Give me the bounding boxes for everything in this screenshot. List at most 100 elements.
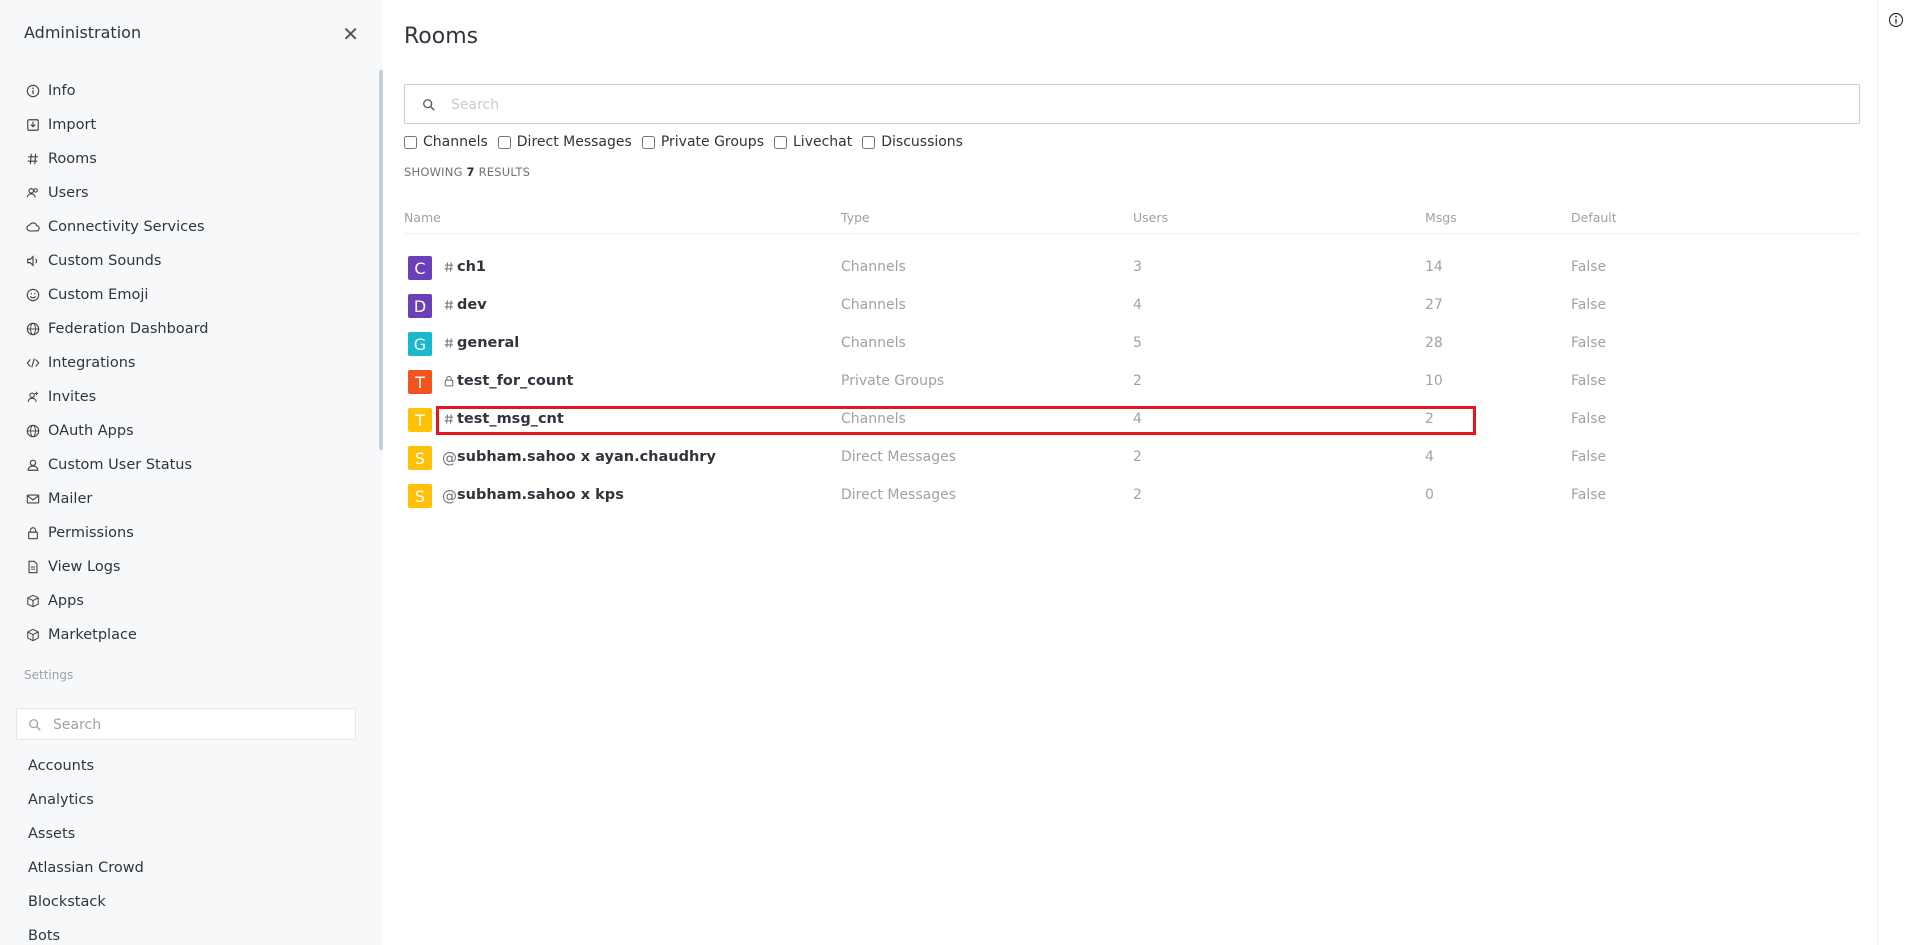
sidebar-item-integrations[interactable]: Integrations	[24, 346, 354, 380]
sidebar-item-view-logs[interactable]: View Logs	[24, 550, 354, 584]
column-name[interactable]: Name	[404, 210, 441, 225]
settings-item-bots[interactable]: Bots	[28, 919, 144, 945]
cube-icon	[24, 627, 41, 644]
filter-label: Discussions	[881, 134, 963, 150]
search-icon	[28, 717, 42, 731]
settings-label: Settings	[24, 668, 74, 682]
table-row[interactable]: Ttest_msg_cnt Channels 4 2 False	[404, 401, 1860, 439]
room-msgs: 14	[1425, 259, 1443, 275]
sidebar-item-import[interactable]: Import	[24, 108, 354, 142]
room-name: ch1	[457, 259, 487, 275]
close-icon[interactable]: ✕	[342, 22, 359, 46]
room-name: dev	[457, 297, 487, 313]
filter-label: Channels	[423, 134, 488, 150]
sidebar-item-custom-user-status[interactable]: Custom User Status	[24, 448, 354, 482]
sidebar-item-label: Connectivity Services	[48, 219, 205, 235]
settings-search-input[interactable]	[51, 713, 345, 737]
room-default: False	[1571, 297, 1607, 313]
sidebar-item-apps[interactable]: Apps	[24, 584, 354, 618]
table-row[interactable]: Cch1 Channels 3 14 False	[404, 249, 1860, 287]
sidebar-item-custom-sounds[interactable]: Custom Sounds	[24, 244, 354, 278]
settings-item-analytics[interactable]: Analytics	[28, 783, 144, 817]
settings-item-blockstack[interactable]: Blockstack	[28, 885, 144, 919]
hash-icon	[442, 411, 456, 429]
sidebar-item-custom-emoji[interactable]: Custom Emoji	[24, 278, 354, 312]
main-content: Rooms Channels Direct Messages Private Gro…	[383, 0, 1877, 945]
filter-livechat[interactable]: Livechat	[774, 134, 852, 150]
sidebar-item-invites[interactable]: Invites	[24, 380, 354, 414]
room-type-filters: Channels Direct Messages Private Groups Liv…	[404, 134, 963, 150]
sidebar-item-connectivity-services[interactable]: Connectivity Services	[24, 210, 354, 244]
room-name: test_msg_cnt	[457, 411, 564, 427]
filter-direct-messages[interactable]: Direct Messages	[497, 134, 632, 150]
filter-channels[interactable]: Channels	[404, 134, 488, 150]
sidebar-item-oauth-apps[interactable]: OAuth Apps	[24, 414, 354, 448]
hash-icon	[442, 297, 456, 315]
sidebar-item-label: View Logs	[48, 559, 121, 575]
sidebar-item-label: Mailer	[48, 491, 93, 507]
room-users: 5	[1133, 335, 1142, 351]
results-count: SHOWING 7 RESULTS	[404, 165, 530, 179]
room-users: 2	[1133, 487, 1142, 503]
filter-checkbox[interactable]	[404, 135, 417, 149]
room-type: Channels	[841, 297, 906, 313]
sound-icon	[24, 253, 41, 270]
filter-discussions[interactable]: Discussions	[862, 134, 963, 150]
sidebar-item-rooms[interactable]: Rooms	[24, 142, 354, 176]
room-type: Channels	[841, 411, 906, 427]
sidebar-item-label: Apps	[48, 593, 84, 609]
page-title: Rooms	[404, 24, 479, 49]
filter-checkbox[interactable]	[641, 135, 655, 149]
filter-checkbox[interactable]	[774, 135, 787, 149]
users-icon	[24, 185, 41, 202]
room-type: Direct Messages	[841, 449, 957, 465]
table-row[interactable]: S @ subham.sahoo x kps Direct Messages 2 0 Fal…	[404, 477, 1860, 515]
hash-icon	[442, 259, 456, 277]
sidebar-item-permissions[interactable]: Permissions	[24, 516, 354, 550]
filter-checkbox[interactable]	[862, 135, 876, 149]
rooms-search-input[interactable]	[449, 93, 1833, 117]
right-divider	[1877, 0, 1878, 945]
sidebar-item-users[interactable]: Users	[24, 176, 354, 210]
avatar: S	[408, 446, 432, 470]
results-number: 7	[466, 165, 475, 179]
settings-search[interactable]	[16, 708, 356, 740]
column-msgs[interactable]: Msgs	[1425, 210, 1457, 225]
room-type: Direct Messages	[841, 487, 957, 503]
sidebar-item-info[interactable]: Info	[24, 74, 354, 108]
filter-private-groups[interactable]: Private Groups	[641, 134, 764, 150]
column-type[interactable]: Type	[841, 210, 870, 225]
sidebar-item-label: Integrations	[48, 355, 136, 371]
room-users: 4	[1133, 411, 1142, 427]
lock-icon	[442, 373, 456, 391]
table-row[interactable]: S @ subham.sahoo x ayan.chaudhry Direct Mes…	[404, 439, 1860, 477]
sidebar-title: Administration	[24, 23, 142, 42]
table-row[interactable]: Ttest_for_count Private Groups 2 10 False	[404, 363, 1860, 401]
settings-item-assets[interactable]: Assets	[28, 817, 144, 851]
table-row[interactable]: Ggeneral Channels 5 28 False	[404, 325, 1860, 363]
sidebar-item-label: Info	[48, 83, 76, 99]
info-icon[interactable]	[1888, 12, 1904, 28]
sidebar-item-marketplace[interactable]: Marketplace	[24, 618, 354, 652]
filter-checkbox[interactable]	[497, 135, 511, 149]
room-default: False	[1571, 335, 1607, 351]
invite-icon	[24, 389, 41, 406]
room-default: False	[1571, 259, 1607, 275]
rooms-search[interactable]	[404, 84, 1860, 124]
import-icon	[24, 117, 41, 134]
room-type: Channels	[841, 259, 906, 275]
room-name: subham.sahoo x ayan.chaudhry	[457, 449, 716, 465]
sidebar-header: Administration ✕	[24, 22, 359, 46]
settings-list: Accounts Analytics Assets Atlassian Crowd Bl…	[28, 749, 144, 945]
sidebar-item-mailer[interactable]: Mailer	[24, 482, 354, 516]
sidebar-item-label: Custom Sounds	[48, 253, 162, 269]
search-icon	[422, 97, 436, 111]
room-name: subham.sahoo x kps	[457, 487, 624, 503]
settings-item-accounts[interactable]: Accounts	[28, 749, 144, 783]
column-users[interactable]: Users	[1133, 210, 1168, 225]
settings-item-atlassian-crowd[interactable]: Atlassian Crowd	[28, 851, 144, 885]
sidebar-item-federation-dashboard[interactable]: Federation Dashboard	[24, 312, 354, 346]
room-name: general	[457, 335, 520, 351]
column-default[interactable]: Default	[1571, 210, 1617, 225]
table-row[interactable]: Ddev Channels 4 27 False	[404, 287, 1860, 325]
